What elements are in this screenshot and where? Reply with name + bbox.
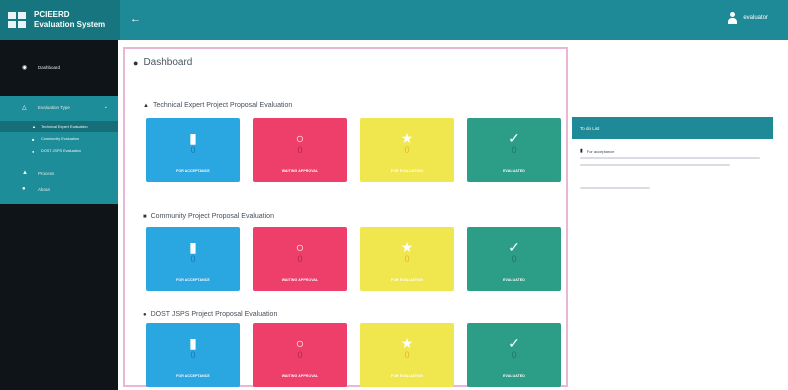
card-label: WAITING APPROVAL <box>281 278 319 282</box>
sidebar-subitem-label: DOST JSPS Evaluation <box>41 149 81 153</box>
sidebar-subitem-label: Technical Expert Evaluation <box>41 124 88 129</box>
card-waiting-approval[interactable]: ○ 0 WAITING APPROVAL <box>253 227 347 291</box>
todo-item-label: For acceptance <box>586 148 615 154</box>
users-icon: ■ <box>143 213 147 220</box>
chevron-down-icon: ⌄ <box>103 104 108 110</box>
card-count: 0 <box>404 254 410 264</box>
section-title-community: ■ Community Project Proposal Evaluation <box>143 213 274 220</box>
user-icon: ▲ <box>32 124 36 129</box>
card-for-evaluation[interactable]: ★ 0 FOR EVALUATION <box>360 227 454 291</box>
todo-text-line <box>580 157 760 159</box>
sidebar-item-process[interactable]: ▲ Process <box>0 168 118 178</box>
sidebar: ◉ Dashboard △ Evaluation Type ⌄ ▲ Techni… <box>0 40 118 390</box>
globe-icon: ● <box>32 148 35 154</box>
user-icon: ▲ <box>143 102 149 109</box>
dashboard-panel: ● Dashboard ▲ Technical Expert Project P… <box>123 47 568 387</box>
user-icon <box>728 12 738 24</box>
star-icon: ★ <box>400 239 414 255</box>
globe-icon: ● <box>143 311 147 318</box>
sidebar-item-label: Dashboard <box>38 64 61 70</box>
todo-text-line <box>580 164 730 166</box>
card-evaluated[interactable]: ✓ 0 EVALUATED <box>467 118 561 182</box>
sidebar-subitem-dost-jsps[interactable]: ● DOST JSPS Evaluation <box>0 146 118 156</box>
file-icon: ▮ <box>189 130 197 146</box>
sidebar-item-about[interactable]: ● About <box>0 184 118 194</box>
file-icon: ▮ <box>189 335 197 351</box>
sidebar-item-label: Process <box>38 170 55 176</box>
sidebar-subitem-label: Community Evaluation <box>41 137 79 141</box>
card-for-acceptance[interactable]: ▮ 0 FOR ACCEPTANCE <box>146 227 240 291</box>
card-label: FOR ACCEPTANCE <box>176 374 210 378</box>
card-count: 0 <box>511 350 517 360</box>
card-for-evaluation[interactable]: ★ 0 FOR EVALUATION <box>360 118 454 182</box>
card-label: FOR ACCEPTANCE <box>176 169 210 173</box>
sidebar-item-dashboard[interactable]: ◉ Dashboard <box>0 62 118 72</box>
star-icon: ★ <box>400 130 414 146</box>
card-for-acceptance[interactable]: ▮ 0 FOR ACCEPTANCE <box>146 323 240 387</box>
brand-title: PCIEERD <box>34 10 70 19</box>
file-icon: ▮ <box>580 148 583 154</box>
card-count: 0 <box>511 254 517 264</box>
card-evaluated[interactable]: ✓ 0 EVALUATED <box>467 227 561 291</box>
card-label: WAITING APPROVAL <box>281 169 319 173</box>
card-count: 0 <box>297 254 303 264</box>
info-icon: ● <box>22 186 26 192</box>
section-title-dost-jsps: ● DOST JSPS Project Proposal Evaluation <box>143 311 278 318</box>
card-count: 0 <box>511 145 517 155</box>
sidebar-subitem-technical[interactable]: ▲ Technical Expert Evaluation <box>0 121 118 132</box>
card-count: 0 <box>190 350 196 360</box>
check-icon: ✓ <box>508 239 520 255</box>
dashboard-icon: ● <box>133 57 139 68</box>
top-navbar: PCIEERD Evaluation System ← evaluator <box>0 0 788 40</box>
card-label: WAITING APPROVAL <box>281 374 319 378</box>
clipboard-icon: △ <box>22 104 27 111</box>
card-count: 0 <box>297 350 303 360</box>
card-label: FOR ACCEPTANCE <box>176 278 210 282</box>
user-name: evaluator <box>743 15 768 21</box>
check-icon: ✓ <box>508 130 520 146</box>
todo-link-line[interactable] <box>580 187 650 189</box>
brand-subtitle: Evaluation System <box>34 20 106 29</box>
section-title-technical: ▲ Technical Expert Project Proposal Eval… <box>143 102 293 109</box>
sidebar-item-label: About <box>38 186 50 192</box>
card-label: FOR EVALUATION <box>391 278 423 282</box>
card-label: FOR EVALUATION <box>391 169 423 173</box>
card-waiting-approval[interactable]: ○ 0 WAITING APPROVAL <box>253 323 347 387</box>
sidebar-subitem-community[interactable]: ■ Community Evaluation <box>0 134 118 144</box>
logo-icon <box>8 12 26 28</box>
brand[interactable]: PCIEERD Evaluation System <box>0 0 120 40</box>
card-count: 0 <box>404 145 410 155</box>
card-count: 0 <box>190 254 196 264</box>
todo-item-for-acceptance[interactable]: ▮ For acceptance <box>580 148 614 154</box>
hand-icon: ○ <box>295 239 305 255</box>
arrow-left-icon[interactable]: ← <box>130 13 141 25</box>
hand-icon: ○ <box>295 130 305 146</box>
card-label: EVALUATED <box>503 374 525 378</box>
process-icon: ▲ <box>22 170 28 176</box>
page-title: ● Dashboard <box>133 57 193 68</box>
card-waiting-approval[interactable]: ○ 0 WAITING APPROVAL <box>253 118 347 182</box>
card-label: EVALUATED <box>503 169 525 173</box>
file-icon: ▮ <box>189 239 197 255</box>
users-icon: ■ <box>32 136 35 142</box>
card-label: EVALUATED <box>503 278 525 282</box>
star-icon: ★ <box>400 335 414 351</box>
user-menu[interactable]: evaluator <box>728 12 768 24</box>
sidebar-item-evaluation-type[interactable]: △ Evaluation Type ⌄ <box>0 102 118 112</box>
sidebar-item-label: Evaluation Type <box>38 104 70 110</box>
card-count: 0 <box>190 145 196 155</box>
card-evaluated[interactable]: ✓ 0 EVALUATED <box>467 323 561 387</box>
check-icon: ✓ <box>508 335 520 351</box>
card-count: 0 <box>404 350 410 360</box>
card-count: 0 <box>297 145 303 155</box>
dashboard-icon: ◉ <box>22 64 28 71</box>
card-for-evaluation[interactable]: ★ 0 FOR EVALUATION <box>360 323 454 387</box>
card-label: FOR EVALUATION <box>391 374 423 378</box>
card-for-acceptance[interactable]: ▮ 0 FOR ACCEPTANCE <box>146 118 240 182</box>
todo-header: To do List <box>572 117 773 139</box>
hand-icon: ○ <box>295 335 305 351</box>
